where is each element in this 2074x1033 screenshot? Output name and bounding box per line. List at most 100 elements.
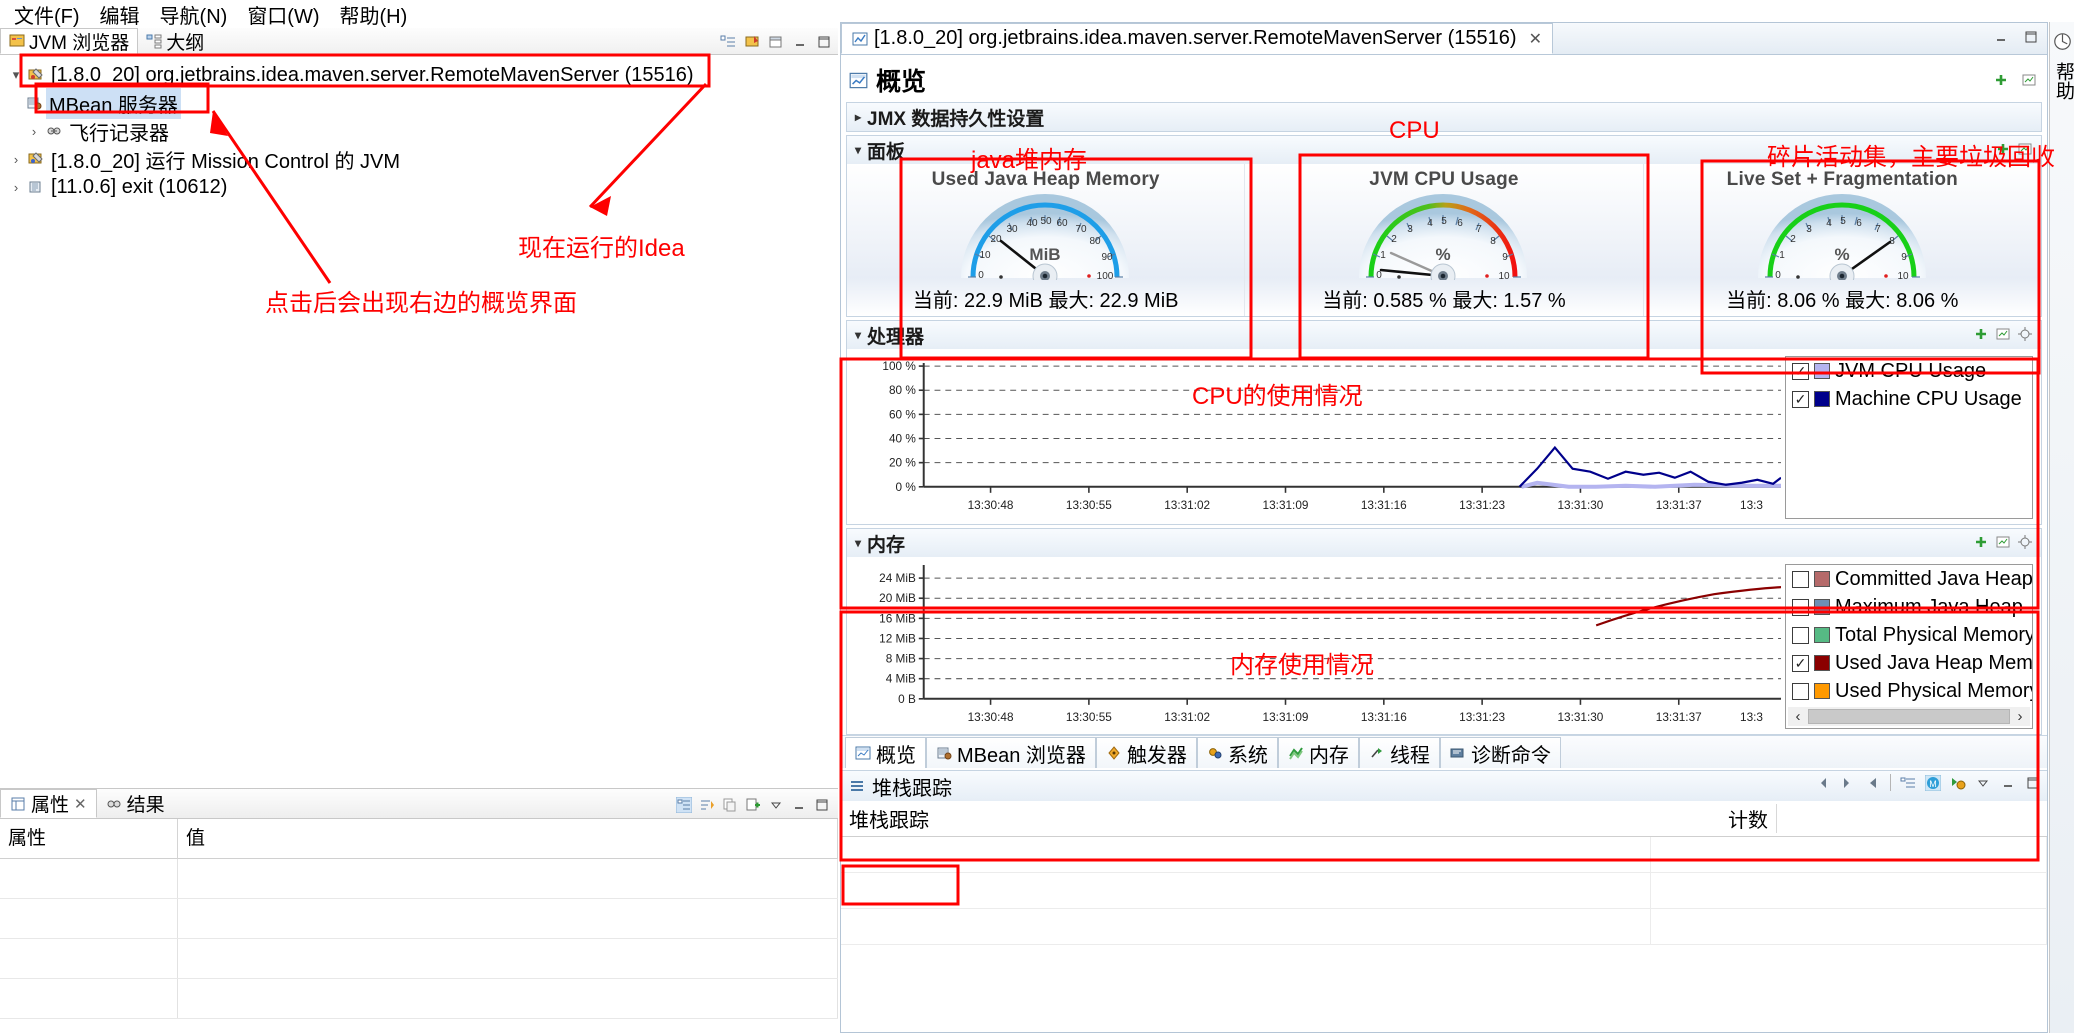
properties-col-name[interactable]: 属性 xyxy=(0,818,178,859)
tree-item-exit-jvm[interactable]: › [11.0.6] exit (10612) xyxy=(4,173,838,201)
tree-item-remote-maven-server[interactable]: ▾ [1.8.0_20] org.jetbrains.idea.maven.se… xyxy=(4,61,838,89)
editor-tab-remote-maven-server[interactable]: [1.8.0_20] org.jetbrains.idea.maven.serv… xyxy=(841,23,1553,54)
table-row[interactable] xyxy=(0,859,838,899)
bottom-tab-trigger[interactable]: 触发器 xyxy=(1095,737,1197,768)
reset-chart-icon[interactable] xyxy=(2017,141,2033,157)
reset-chart-icon[interactable] xyxy=(1995,534,2011,550)
legend-checkbox[interactable]: ✓ xyxy=(1792,362,1809,380)
memory-legend-scrollbar[interactable]: ‹ › xyxy=(1788,707,2030,726)
section-jmx-persistence-header[interactable]: ▸ JMX 数据持久性设置 xyxy=(847,103,2041,131)
tab-properties[interactable]: 属性 ✕ xyxy=(0,789,97,818)
processor-chart[interactable]: 100 % 80 % 60 % 40 % 20 % 0 % 13:30:48 1… xyxy=(847,349,2041,524)
table-row[interactable] xyxy=(0,899,838,939)
bottom-tab-overview[interactable]: 概览 xyxy=(845,737,926,768)
copy-icon[interactable] xyxy=(722,797,738,813)
twisty-icon[interactable]: › xyxy=(26,124,42,139)
legend-item-maximum-java-heap[interactable]: Maximum Java Heap xyxy=(1786,593,2032,621)
new-view-icon[interactable] xyxy=(745,797,761,813)
chevron-right-icon[interactable]: ▸ xyxy=(855,110,861,124)
maximize-icon[interactable] xyxy=(2025,775,2041,791)
scrollbar-thumb[interactable] xyxy=(1808,709,2010,724)
stacktrace-tab-label[interactable]: 堆栈跟踪 xyxy=(872,772,952,801)
minimize-icon[interactable] xyxy=(2000,775,2016,791)
tree-item-mission-control-jvm[interactable]: › [1.8.0_20] 运行 Mission Control 的 JVM xyxy=(4,145,838,173)
tree-item-flight-recorder[interactable]: › 飞行记录器 xyxy=(4,117,838,145)
maximize-icon[interactable] xyxy=(2023,29,2039,45)
chart-settings-icon[interactable] xyxy=(2017,326,2033,342)
close-icon[interactable]: ✕ xyxy=(74,795,87,813)
table-row[interactable] xyxy=(841,837,2047,873)
gauge-used-java-heap-memory[interactable]: Used Java Heap Memory 0 10 20 30 40 50 6… xyxy=(847,164,1246,316)
scroll-right-icon[interactable]: › xyxy=(2010,708,2030,725)
maximize-icon[interactable] xyxy=(816,34,832,50)
run-settings-icon[interactable] xyxy=(1950,775,1966,791)
mission-control-icon[interactable]: M xyxy=(1925,774,1941,791)
reset-chart-icon[interactable] xyxy=(2021,72,2037,88)
memory-chart[interactable]: 24 MiB 20 MiB 16 MiB 12 MiB 8 MiB 4 MiB 0 B xyxy=(847,557,2041,734)
legend-item-used-physical-memory[interactable]: Used Physical Memory xyxy=(1786,677,2032,705)
legend-item-committed-java-heap[interactable]: Committed Java Heap xyxy=(1786,565,2032,593)
bottom-tab-memory[interactable]: 内存 xyxy=(1277,737,1359,768)
twisty-icon[interactable]: ▾ xyxy=(8,67,24,83)
legend-item-total-physical-memory[interactable]: Total Physical Memory xyxy=(1786,621,2032,649)
view-menu-icon[interactable] xyxy=(1975,775,1991,791)
chart-settings-icon[interactable] xyxy=(2017,534,2033,550)
section-memory-header[interactable]: ▾ 内存 xyxy=(847,529,2041,557)
legend-checkbox[interactable]: ✓ xyxy=(1792,654,1809,672)
legend-checkbox[interactable] xyxy=(1792,570,1809,588)
tab-outline[interactable]: 大纲 xyxy=(138,28,212,54)
legend-item-jvm-cpu-usage[interactable]: ✓ JVM CPU Usage xyxy=(1786,357,2032,385)
minimize-icon[interactable] xyxy=(792,34,808,50)
jvm-connect-icon[interactable] xyxy=(744,34,760,50)
new-window-icon[interactable] xyxy=(768,34,784,50)
legend-checkbox[interactable] xyxy=(1792,626,1809,644)
help-strip-label[interactable]: 帮助 xyxy=(2050,62,2074,100)
menu-item-file[interactable]: 文件(F) xyxy=(4,0,90,31)
table-row[interactable] xyxy=(0,979,838,1019)
bottom-tab-thread[interactable]: 线程 xyxy=(1358,737,1440,768)
legend-item-used-java-heap-memory[interactable]: ✓ Used Java Heap Memo xyxy=(1786,649,2032,677)
legend-checkbox[interactable] xyxy=(1792,682,1809,700)
bottom-tab-system[interactable]: 系统 xyxy=(1196,737,1278,768)
section-dashboard-header[interactable]: ▾ 面板 xyxy=(847,136,2041,164)
bottom-tab-mbean-browser[interactable]: MBean 浏览器 xyxy=(926,737,1096,768)
previous-frame-icon[interactable] xyxy=(1815,775,1831,791)
legend-checkbox[interactable]: ✓ xyxy=(1792,390,1809,408)
legend-item-machine-cpu-usage[interactable]: ✓ Machine CPU Usage xyxy=(1786,385,2032,413)
help-view-icon[interactable] xyxy=(2050,32,2074,56)
table-row[interactable] xyxy=(0,939,838,979)
processor-legend[interactable]: ✓ JVM CPU Usage ✓ Machine CPU Usage xyxy=(1785,356,2033,519)
add-icon[interactable] xyxy=(1993,72,2009,88)
next-frame-icon[interactable] xyxy=(1865,775,1881,791)
minimize-icon[interactable] xyxy=(1993,29,2009,45)
twisty-icon[interactable]: › xyxy=(8,152,24,167)
menu-item-edit[interactable]: 编辑 xyxy=(90,0,150,31)
collapse-all-icon[interactable] xyxy=(720,34,736,50)
gauge-live-set-fragmentation[interactable]: Live Set + Fragmentation 0 1 2 3 4 5 6 7… xyxy=(1644,164,2041,316)
close-icon[interactable]: ✕ xyxy=(1529,29,1542,49)
bottom-tab-diagnostic-command[interactable]: 诊断命令 xyxy=(1439,737,1561,768)
memory-legend[interactable]: Committed Java Heap Maximum Java Heap To… xyxy=(1785,564,2033,729)
table-row[interactable] xyxy=(841,909,2047,945)
tab-jvm-browser[interactable]: JVM 浏览器 xyxy=(0,28,139,54)
show-tree-icon[interactable] xyxy=(676,797,692,813)
properties-col-value[interactable]: 值 xyxy=(178,818,838,859)
maximize-icon[interactable] xyxy=(814,797,830,813)
menu-item-navigate[interactable]: 导航(N) xyxy=(150,0,238,31)
distribution-icon[interactable] xyxy=(1840,775,1856,791)
table-row[interactable] xyxy=(841,873,2047,909)
chevron-down-icon[interactable]: ▾ xyxy=(855,143,861,157)
tree-view-icon[interactable] xyxy=(1900,775,1916,791)
legend-checkbox[interactable] xyxy=(1792,598,1809,616)
add-icon[interactable] xyxy=(1995,141,2011,157)
tree-item-mbean-server[interactable]: MBean 服务器 xyxy=(4,87,838,119)
section-processor-header[interactable]: ▾ 处理器 xyxy=(847,321,2041,349)
twisty-icon[interactable]: › xyxy=(8,180,24,195)
add-icon[interactable] xyxy=(1973,534,1989,550)
tab-result[interactable]: 结果 xyxy=(97,789,174,818)
gauge-jvm-cpu-usage[interactable]: JVM CPU Usage 0 1 2 3 4 5 6 7 8 9 10 % 当… xyxy=(1245,164,1644,316)
menu-item-window[interactable]: 窗口(W) xyxy=(237,0,329,31)
stacktrace-col-count[interactable]: 计数 xyxy=(1657,804,1777,833)
chevron-down-icon[interactable]: ▾ xyxy=(855,328,861,342)
chevron-down-icon[interactable]: ▾ xyxy=(855,536,861,550)
